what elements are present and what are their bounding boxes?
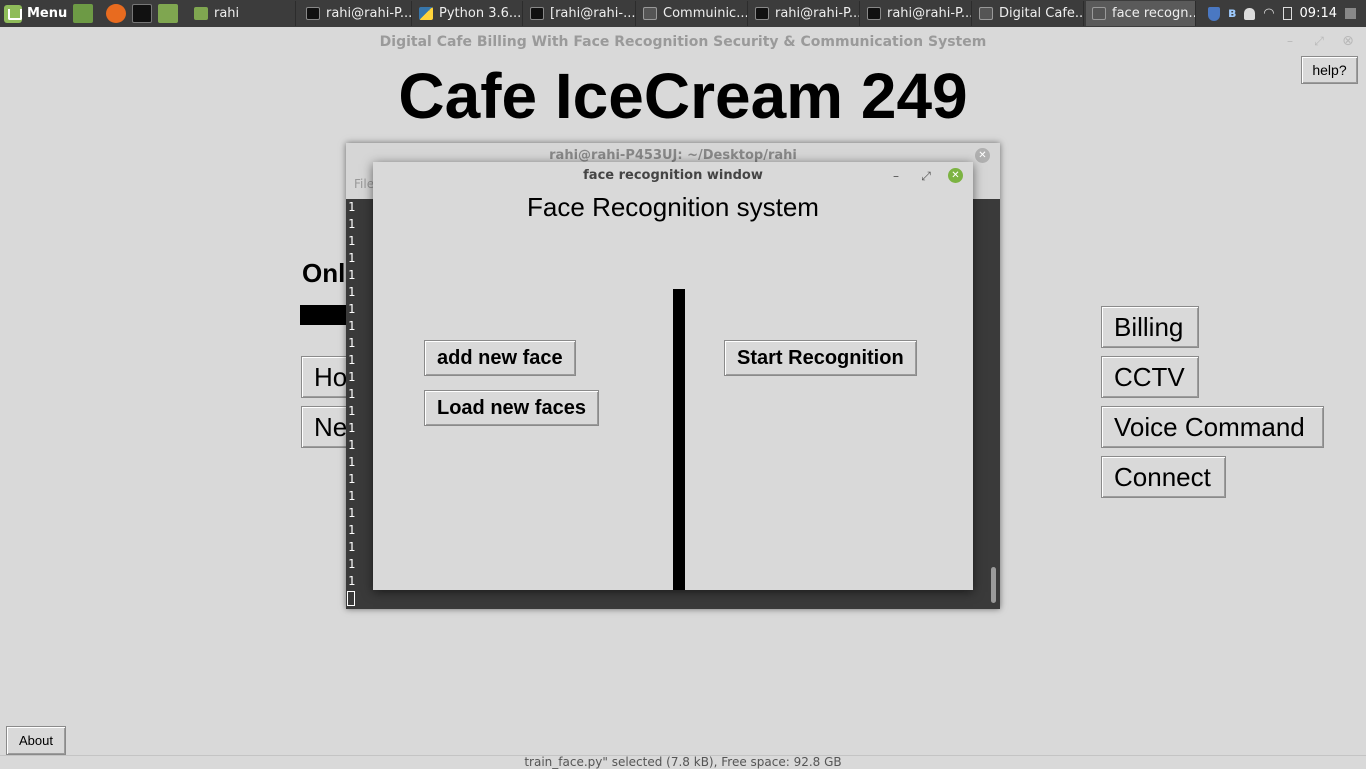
- mint-logo-icon: [4, 4, 22, 23]
- notification-icon[interactable]: [1345, 8, 1356, 19]
- task-terminal-2[interactable]: [rahi@rahi-...: [524, 1, 636, 26]
- taskbar: Menu rahi rahi@rahi-P... Python 3.6.... …: [0, 0, 1366, 27]
- vertical-divider: [673, 289, 685, 590]
- files-launcher-icon[interactable]: [158, 4, 178, 23]
- terminal-icon: [306, 7, 320, 20]
- task-python[interactable]: Python 3.6....: [413, 1, 523, 26]
- face-minimize-icon[interactable]: –: [888, 168, 904, 184]
- cctv-button[interactable]: CCTV: [1101, 356, 1199, 398]
- user-icon[interactable]: [1244, 7, 1256, 20]
- system-tray: ʙ ◠ 09:14: [1207, 0, 1356, 27]
- online-label: Onl: [302, 258, 346, 288]
- page-title: Cafe IceCream 249: [398, 60, 968, 132]
- help-button[interactable]: help?: [1301, 56, 1358, 84]
- about-button[interactable]: About: [6, 726, 66, 755]
- maximize-icon[interactable]: ⤢: [1311, 33, 1327, 49]
- task-label: Commuinic...: [663, 6, 748, 21]
- close-icon[interactable]: ⊗: [1340, 33, 1356, 49]
- terminal-icon: [530, 7, 544, 20]
- window-icon: [643, 7, 657, 20]
- main-window-title: Digital Cafe Billing With Face Recogniti…: [379, 34, 987, 50]
- task-face-recognition[interactable]: face recogn...: [1086, 1, 1196, 26]
- task-terminal-1[interactable]: rahi@rahi-P...: [300, 1, 412, 26]
- face-recognition-window[interactable]: face recognition window – ⤢ ✕ Face Recog…: [373, 162, 973, 590]
- menu-label: Menu: [27, 6, 68, 21]
- task-communication[interactable]: Commuinic...: [637, 1, 748, 26]
- start-recognition-button[interactable]: Start Recognition: [724, 340, 917, 376]
- folder-icon: [194, 7, 208, 20]
- task-terminal-4[interactable]: rahi@rahi-P...: [861, 1, 972, 26]
- menu-button[interactable]: Menu: [4, 0, 67, 27]
- firefox-icon[interactable]: [106, 4, 126, 23]
- status-bar-text: train_face.py" selected (7.8 kB), Free s…: [0, 755, 1366, 769]
- load-new-faces-button[interactable]: Load new faces: [424, 390, 599, 426]
- shield-icon[interactable]: [1207, 6, 1220, 21]
- wifi-icon[interactable]: ◠: [1263, 6, 1274, 21]
- task-label: face recogn...: [1112, 6, 1196, 21]
- billing-button[interactable]: Billing: [1101, 306, 1199, 348]
- window-icon: [1092, 7, 1106, 20]
- face-maximize-icon[interactable]: ⤢: [918, 168, 934, 184]
- minimize-icon[interactable]: –: [1282, 33, 1298, 49]
- task-label: Digital Cafe...: [999, 6, 1084, 21]
- task-label: rahi: [214, 6, 240, 21]
- task-label: rahi@rahi-P...: [775, 6, 860, 21]
- task-label: rahi@rahi-P...: [887, 6, 972, 21]
- task-label: [rahi@rahi-...: [550, 6, 636, 21]
- clock[interactable]: 09:14: [1300, 6, 1337, 21]
- show-desktop-icon[interactable]: [73, 4, 93, 23]
- face-heading: Face Recognition system: [527, 192, 819, 222]
- task-label: Python 3.6....: [439, 6, 523, 21]
- terminal-close-icon[interactable]: ✕: [975, 148, 990, 163]
- task-label: rahi@rahi-P...: [326, 6, 412, 21]
- terminal-launcher-icon[interactable]: [132, 4, 152, 23]
- window-icon: [979, 7, 993, 20]
- task-terminal-3[interactable]: rahi@rahi-P...: [749, 1, 860, 26]
- python-icon: [419, 7, 433, 20]
- task-digital-cafe[interactable]: Digital Cafe...: [973, 1, 1084, 26]
- face-window-title: face recognition window: [583, 168, 763, 183]
- terminal-scrollbar[interactable]: [991, 567, 996, 603]
- bluetooth-icon[interactable]: ʙ: [1228, 6, 1236, 21]
- terminal-icon: [867, 7, 881, 20]
- terminal-cursor: [347, 591, 355, 606]
- battery-icon[interactable]: [1282, 7, 1292, 20]
- status-bar-indicator: [300, 305, 350, 325]
- terminal-icon: [755, 7, 769, 20]
- voice-command-button[interactable]: Voice Command: [1101, 406, 1324, 448]
- connect-button[interactable]: Connect: [1101, 456, 1226, 498]
- task-folder-rahi[interactable]: rahi: [188, 1, 296, 26]
- add-new-face-button[interactable]: add new face: [424, 340, 576, 376]
- face-close-icon[interactable]: ✕: [948, 168, 963, 183]
